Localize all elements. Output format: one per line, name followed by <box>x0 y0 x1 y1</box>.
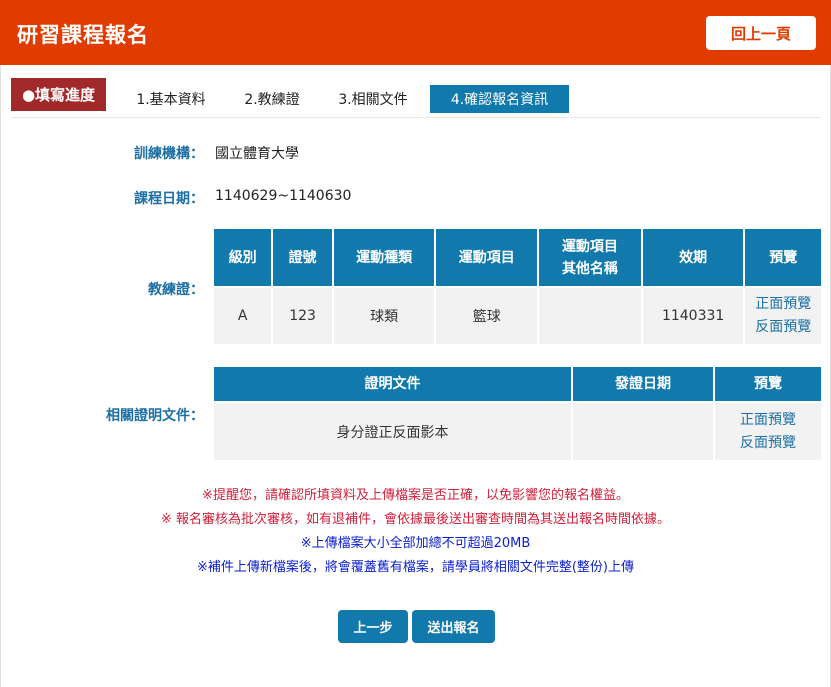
tab-coach-cert[interactable]: 2.教練證 <box>230 85 314 113</box>
related-docs-label: 相關證明文件： <box>106 408 204 424</box>
tab-divider <box>11 117 821 118</box>
col-issue-date: 發證日期 <box>573 367 713 401</box>
back-button[interactable]: 回上一頁 <box>706 16 816 50</box>
table-header-row: 證明文件 發證日期 預覽 <box>214 367 821 401</box>
progress-label: ●填寫進度 <box>11 78 106 111</box>
cell-issue-date <box>573 403 713 460</box>
col-sport-item: 運動項目 <box>436 229 538 286</box>
col-cert-number: 證號 <box>273 229 332 286</box>
related-docs-table: 證明文件 發證日期 預覽 身分證正反面影本 正面預覽 反面預覽 <box>212 365 823 462</box>
cell-preview: 正面預覽 反面預覽 <box>715 403 821 460</box>
cell-sport-item: 籃球 <box>436 288 538 344</box>
col-preview: 預覽 <box>715 367 821 401</box>
col-validity: 效期 <box>642 229 744 286</box>
resubmit-note: ※補件上傳新檔案後，將會覆蓋舊有檔案，請學員將相關文件完整(整份)上傳 <box>196 560 635 575</box>
cell-preview: 正面預覽 反面預覽 <box>745 288 821 344</box>
tab-related-docs[interactable]: 3.相關文件 <box>323 85 423 113</box>
front-preview-link[interactable]: 正面預覽 <box>715 409 821 432</box>
coach-cert-label: 教練證： <box>148 282 204 298</box>
col-document: 證明文件 <box>214 367 571 401</box>
col-preview: 預覽 <box>745 229 821 286</box>
back-preview-link[interactable]: 反面預覽 <box>715 432 821 455</box>
prev-step-button[interactable]: 上一步 <box>338 610 408 643</box>
table-header-row: 級別 證號 運動種類 運動項目 運動項目 其他名稱 效期 預覽 <box>214 229 821 286</box>
col-sport-type: 運動種類 <box>333 229 435 286</box>
tab-basic-info[interactable]: 1.基本資料 <box>121 85 221 113</box>
cell-validity: 1140331 <box>642 288 744 344</box>
back-preview-link[interactable]: 反面預覽 <box>745 316 821 339</box>
col-level: 級別 <box>214 229 272 286</box>
front-preview-link[interactable]: 正面預覽 <box>745 293 821 316</box>
batch-review-note: ※ 報名審核為批次審核，如有退補件，會依據最後送出審查時間為其送出報名時間依據。 <box>160 512 671 527</box>
table-row: A 123 球類 籃球 1140331 正面預覽 反面預覽 <box>214 288 821 344</box>
institution-label: 訓練機構： <box>134 146 204 162</box>
course-date-value: 1140629~1140630 <box>215 188 352 204</box>
cell-sport-type: 球類 <box>333 288 435 344</box>
col-other-name-line1: 運動項目 <box>561 238 618 255</box>
cell-level: A <box>214 288 272 344</box>
tab-confirm[interactable]: 4.確認報名資訊 <box>430 85 569 113</box>
page-header: 研習課程報名 回上一頁 <box>0 0 831 65</box>
col-sport-item-label: 運動項目 <box>458 249 515 266</box>
course-date-label: 課程日期： <box>134 191 204 207</box>
institution-value: 國立體育大學 <box>215 146 299 162</box>
cell-other-name <box>539 288 641 344</box>
cell-document: 身分證正反面影本 <box>214 403 571 460</box>
coach-cert-table: 級別 證號 運動種類 運動項目 運動項目 其他名稱 效期 預覽 A 123 球類… <box>212 227 823 346</box>
col-other-name-line2: 其他名稱 <box>561 260 618 277</box>
submit-button[interactable]: 送出報名 <box>412 610 495 643</box>
reminder-note: ※提醒您，請確認所填資料及上傳檔案是否正確，以免影響您的報名權益。 <box>202 488 629 503</box>
table-row: 身分證正反面影本 正面預覽 反面預覽 <box>214 403 821 460</box>
col-other-name: 運動項目 其他名稱 <box>539 229 641 286</box>
page-title: 研習課程報名 <box>17 23 149 47</box>
file-size-note: ※上傳檔案大小全部加總不可超過20MB <box>300 536 531 551</box>
cell-cert-number: 123 <box>273 288 332 344</box>
